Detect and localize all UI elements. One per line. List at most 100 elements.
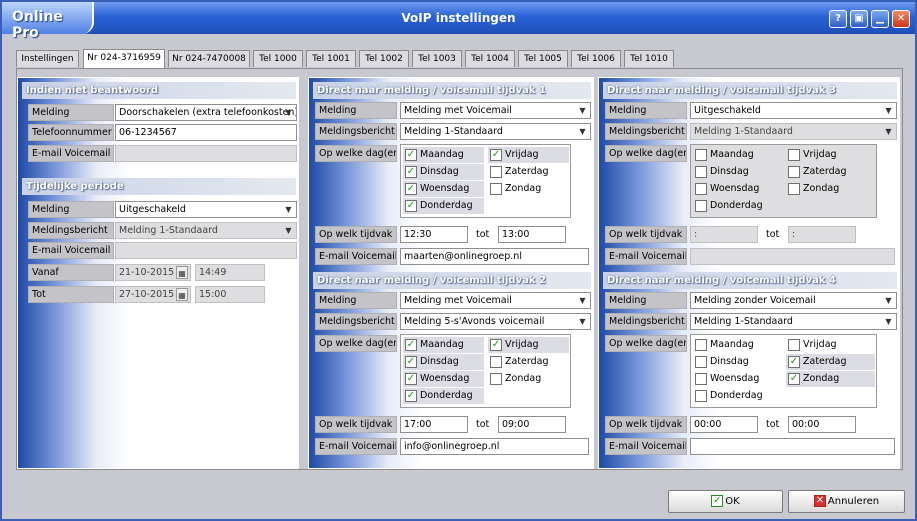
period-1-day-vrijdag[interactable]: ✓ Vrijdag [488, 147, 569, 163]
ok-button[interactable]: ✓ OK [668, 490, 783, 513]
checkbox-icon[interactable] [490, 166, 502, 178]
vanaf-date-field[interactable]: 21-10-2015 ▦ [115, 264, 191, 281]
period-1-melding-select[interactable]: Melding met Voicemail ▼ [400, 102, 591, 119]
temp-bericht-select[interactable]: Melding 1-Standaard ▼ [115, 222, 297, 239]
telefoon-input[interactable]: 06-1234567 [115, 124, 297, 141]
chevron-down-icon[interactable]: ▼ [882, 125, 895, 138]
period-3-from-time[interactable]: : [690, 226, 758, 243]
period-2-day-dinsdag[interactable]: ✓ Dinsdag [403, 354, 484, 370]
checkbox-checked-icon[interactable]: ✓ [405, 200, 417, 212]
period-3-to-time[interactable]: : [788, 226, 856, 243]
restore-icon[interactable]: ▣ [850, 10, 868, 28]
tot-time-field[interactable]: 15:00 [195, 286, 265, 303]
period-2-melding-select[interactable]: Melding met Voicemail ▼ [400, 292, 591, 309]
period-2-to-time[interactable]: 09:00 [498, 416, 566, 433]
calendar-icon[interactable]: ▦ [176, 266, 188, 279]
period-3-day-zondag[interactable]: Zondag [786, 181, 875, 197]
period-4-to-time[interactable]: 00:00 [788, 416, 856, 433]
period-2-bericht-select[interactable]: Melding 5-s'Avonds voicemail ▼ [400, 313, 591, 330]
period-3-day-maandag[interactable]: Maandag [693, 147, 782, 163]
period-4-day-maandag[interactable]: Maandag [693, 337, 782, 353]
period-3-email-field[interactable] [690, 248, 895, 265]
tab-tel-1010[interactable]: Tel 1010 [624, 50, 674, 67]
temp-email-field[interactable] [115, 242, 297, 259]
period-1-bericht-select[interactable]: Melding 1-Standaard ▼ [400, 123, 591, 140]
tab-nr-024-7470008[interactable]: Nr 024-7470008 [168, 50, 250, 67]
period-4-day-zaterdag[interactable]: ✓ Zaterdag [786, 354, 875, 370]
checkbox-icon[interactable] [695, 339, 707, 351]
period-4-melding-select[interactable]: Melding zonder Voicemail ▼ [690, 292, 897, 309]
checkbox-checked-icon[interactable]: ✓ [405, 356, 417, 368]
chevron-down-icon[interactable]: ▼ [576, 104, 589, 117]
period-4-day-vrijdag[interactable]: Vrijdag [786, 337, 875, 353]
checkbox-icon[interactable] [788, 183, 800, 195]
checkbox-icon[interactable] [695, 390, 707, 402]
checkbox-icon[interactable] [695, 149, 707, 161]
checkbox-icon[interactable] [490, 373, 502, 385]
chevron-down-icon[interactable]: ▼ [282, 224, 295, 237]
tab-tel-1001[interactable]: Tel 1001 [306, 50, 356, 67]
checkbox-checked-icon[interactable]: ✓ [788, 373, 800, 385]
period-3-day-zaterdag[interactable]: Zaterdag [786, 164, 875, 180]
checkbox-icon[interactable] [788, 166, 800, 178]
help-icon[interactable]: ? [829, 10, 847, 28]
vanaf-time-field[interactable]: 14:49 [195, 264, 265, 281]
chevron-down-icon[interactable]: ▼ [882, 104, 895, 117]
chevron-down-icon[interactable]: ▼ [576, 125, 589, 138]
minimize-icon[interactable]: ▁ [871, 10, 889, 28]
temp-melding-select[interactable]: Uitgeschakeld ▼ [115, 201, 297, 218]
checkbox-icon[interactable] [788, 149, 800, 161]
tab-tel-1004[interactable]: Tel 1004 [465, 50, 515, 67]
checkbox-icon[interactable] [695, 183, 707, 195]
period-1-day-maandag[interactable]: ✓ Maandag [403, 147, 484, 163]
tab-tel-1002[interactable]: Tel 1002 [359, 50, 409, 67]
tab-tel-1005[interactable]: Tel 1005 [518, 50, 568, 67]
checkbox-checked-icon[interactable]: ✓ [788, 356, 800, 368]
checkbox-checked-icon[interactable]: ✓ [490, 339, 502, 351]
cancel-button[interactable]: ✕ Annuleren [788, 490, 905, 513]
period-2-from-time[interactable]: 17:00 [400, 416, 468, 433]
chevron-down-icon[interactable]: ▼ [576, 315, 589, 328]
tab-nr-024-3716959[interactable]: Nr 024-3716959 [83, 49, 165, 68]
checkbox-icon[interactable] [695, 356, 707, 368]
period-1-day-zaterdag[interactable]: Zaterdag [488, 164, 569, 180]
period-3-day-woensdag[interactable]: Woensdag [693, 181, 782, 197]
period-4-day-dinsdag[interactable]: Dinsdag [693, 354, 782, 370]
period-1-email-field[interactable]: maarten@onlinegroep.nl [400, 248, 589, 265]
checkbox-icon[interactable] [695, 200, 707, 212]
checkbox-checked-icon[interactable]: ✓ [405, 339, 417, 351]
period-4-from-time[interactable]: 00:00 [690, 416, 758, 433]
period-2-day-vrijdag[interactable]: ✓ Vrijdag [488, 337, 569, 353]
period-1-day-zondag[interactable]: Zondag [488, 181, 569, 197]
period-2-email-field[interactable]: info@onlinegroep.nl [400, 438, 589, 455]
checkbox-icon[interactable] [490, 356, 502, 368]
checkbox-checked-icon[interactable]: ✓ [490, 149, 502, 161]
period-2-day-maandag[interactable]: ✓ Maandag [403, 337, 484, 353]
period-4-bericht-select[interactable]: Melding 1-Standaard ▼ [690, 313, 897, 330]
period-2-day-woensdag[interactable]: ✓ Woensdag [403, 371, 484, 387]
chevron-down-icon[interactable]: ▼ [282, 203, 295, 216]
checkbox-checked-icon[interactable]: ✓ [405, 149, 417, 161]
close-icon[interactable]: ✕ [892, 10, 910, 28]
period-2-day-zondag[interactable]: Zondag [488, 371, 569, 387]
checkbox-checked-icon[interactable]: ✓ [405, 390, 417, 402]
period-2-day-zaterdag[interactable]: Zaterdag [488, 354, 569, 370]
tot-date-field[interactable]: 27-10-2015 ▦ [115, 286, 191, 303]
checkbox-checked-icon[interactable]: ✓ [405, 166, 417, 178]
checkbox-checked-icon[interactable]: ✓ [405, 183, 417, 195]
tab-instellingen[interactable]: Instellingen [16, 50, 79, 67]
period-1-day-dinsdag[interactable]: ✓ Dinsdag [403, 164, 484, 180]
email-voicemail-field[interactable] [115, 145, 297, 162]
calendar-icon[interactable]: ▦ [176, 288, 188, 301]
period-4-email-field[interactable] [690, 438, 895, 455]
period-1-day-woensdag[interactable]: ✓ Woensdag [403, 181, 484, 197]
period-3-day-dinsdag[interactable]: Dinsdag [693, 164, 782, 180]
checkbox-icon[interactable] [695, 373, 707, 385]
period-3-bericht-select[interactable]: Melding 1-Standaard ▼ [690, 123, 897, 140]
period-1-day-donderdag[interactable]: ✓ Donderdag [403, 198, 484, 214]
chevron-down-icon[interactable]: ▼ [282, 106, 295, 119]
chevron-down-icon[interactable]: ▼ [882, 315, 895, 328]
tab-tel-1006[interactable]: Tel 1006 [571, 50, 621, 67]
checkbox-checked-icon[interactable]: ✓ [405, 373, 417, 385]
melding-select[interactable]: Doorschakelen (extra telefoonkosten) ▼ [115, 104, 297, 121]
